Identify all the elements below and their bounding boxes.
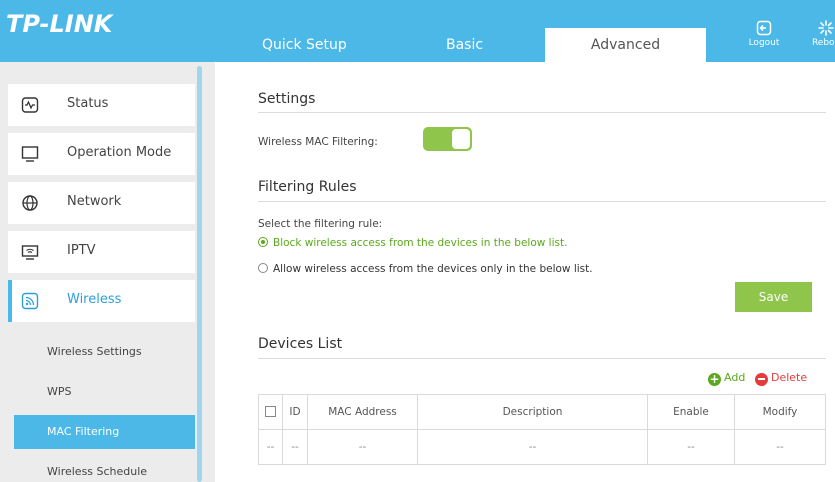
devices-table: ID MAC Address Description Enable Modify… xyxy=(258,394,826,465)
sidebar-item-label: Status xyxy=(67,96,109,111)
mac-filtering-label: Wireless MAC Filtering: xyxy=(258,136,378,148)
sidebar-subitem-wireless-settings[interactable]: Wireless Settings xyxy=(14,335,195,369)
table-cell: -- xyxy=(647,429,735,465)
col-modify: Modify xyxy=(734,394,826,430)
sidebar-item-wireless[interactable]: Wireless xyxy=(8,280,195,322)
col-description: Description xyxy=(417,394,648,430)
add-label: Add xyxy=(724,371,746,384)
table-cell: -- xyxy=(258,429,283,465)
delete-button[interactable]: Delete xyxy=(755,371,807,386)
sidebar-subitem-mac-filtering[interactable]: MAC Filtering xyxy=(14,415,195,449)
sidebar-item-operation-mode[interactable]: Operation Mode xyxy=(8,133,195,175)
select-all-checkbox[interactable] xyxy=(265,405,276,417)
radio-selected-icon xyxy=(258,237,268,247)
radio-allow-label: Allow wireless access from the devices o… xyxy=(273,263,593,275)
sidebar-subitem-wps[interactable]: WPS xyxy=(14,375,195,409)
sidebar-scrollbar[interactable] xyxy=(197,66,202,482)
select-all-cell xyxy=(258,394,283,430)
sidebar-item-status[interactable]: Status xyxy=(8,84,195,126)
col-enable: Enable xyxy=(647,394,735,430)
radio-unselected-icon xyxy=(258,263,268,273)
sidebar-item-label: Network xyxy=(67,194,122,209)
globe-icon xyxy=(22,195,38,211)
table-cell: -- xyxy=(282,429,308,465)
sidebar-item-label: Wireless xyxy=(67,292,122,307)
logout-button[interactable]: Logout xyxy=(744,20,784,48)
logout-icon xyxy=(756,20,772,36)
sidebar-item-network[interactable]: Network xyxy=(8,182,195,224)
table-cell: -- xyxy=(734,429,826,465)
col-id: ID xyxy=(282,394,308,430)
col-mac-address: MAC Address xyxy=(307,394,418,430)
reboot-label: Reboo xyxy=(811,38,835,48)
filtering-rules-title: Filtering Rules xyxy=(258,179,357,195)
toggle-knob xyxy=(452,129,470,149)
sidebar-item-iptv[interactable]: IPTV xyxy=(8,231,195,273)
top-header: TP-LINK Quick Setup Basic Advanced Logou… xyxy=(0,0,835,62)
settings-title: Settings xyxy=(258,91,316,107)
table-cell: -- xyxy=(307,429,418,465)
sidebar-item-label: IPTV xyxy=(67,243,96,258)
table-row: -- -- -- -- -- -- xyxy=(258,429,826,465)
tab-advanced[interactable]: Advanced xyxy=(545,28,706,62)
sidebar-subitem-wireless-schedule[interactable]: Wireless Schedule xyxy=(14,455,195,482)
tab-quick-setup[interactable]: Quick Setup xyxy=(262,28,347,62)
radio-block-access[interactable]: Block wireless access from the devices i… xyxy=(258,237,567,249)
select-rule-label: Select the filtering rule: xyxy=(258,218,383,230)
logout-label: Logout xyxy=(748,38,780,48)
reboot-button[interactable]: Reboo xyxy=(806,20,835,48)
mac-filtering-toggle[interactable] xyxy=(423,127,472,151)
table-header-row: ID MAC Address Description Enable Modify xyxy=(258,394,826,430)
divider xyxy=(258,358,826,359)
delete-label: Delete xyxy=(771,371,808,384)
monitor-icon xyxy=(21,146,39,162)
brand-logo: TP-LINK xyxy=(6,10,113,38)
add-button[interactable]: + Add xyxy=(708,371,745,386)
devices-list-title: Devices List xyxy=(258,336,343,352)
tv-icon xyxy=(21,245,39,260)
divider xyxy=(258,201,826,202)
table-cell: -- xyxy=(417,429,648,465)
add-icon: + xyxy=(708,372,721,386)
reboot-icon xyxy=(818,20,834,36)
radio-allow-access[interactable]: Allow wireless access from the devices o… xyxy=(258,263,593,275)
delete-icon xyxy=(755,373,768,386)
wireless-icon xyxy=(21,292,39,310)
tab-basic[interactable]: Basic xyxy=(446,28,483,62)
divider xyxy=(258,112,826,113)
sidebar-item-label: Operation Mode xyxy=(67,145,172,160)
save-button[interactable]: Save xyxy=(735,282,812,312)
radio-block-label: Block wireless access from the devices i… xyxy=(273,237,568,249)
status-icon xyxy=(21,97,39,113)
